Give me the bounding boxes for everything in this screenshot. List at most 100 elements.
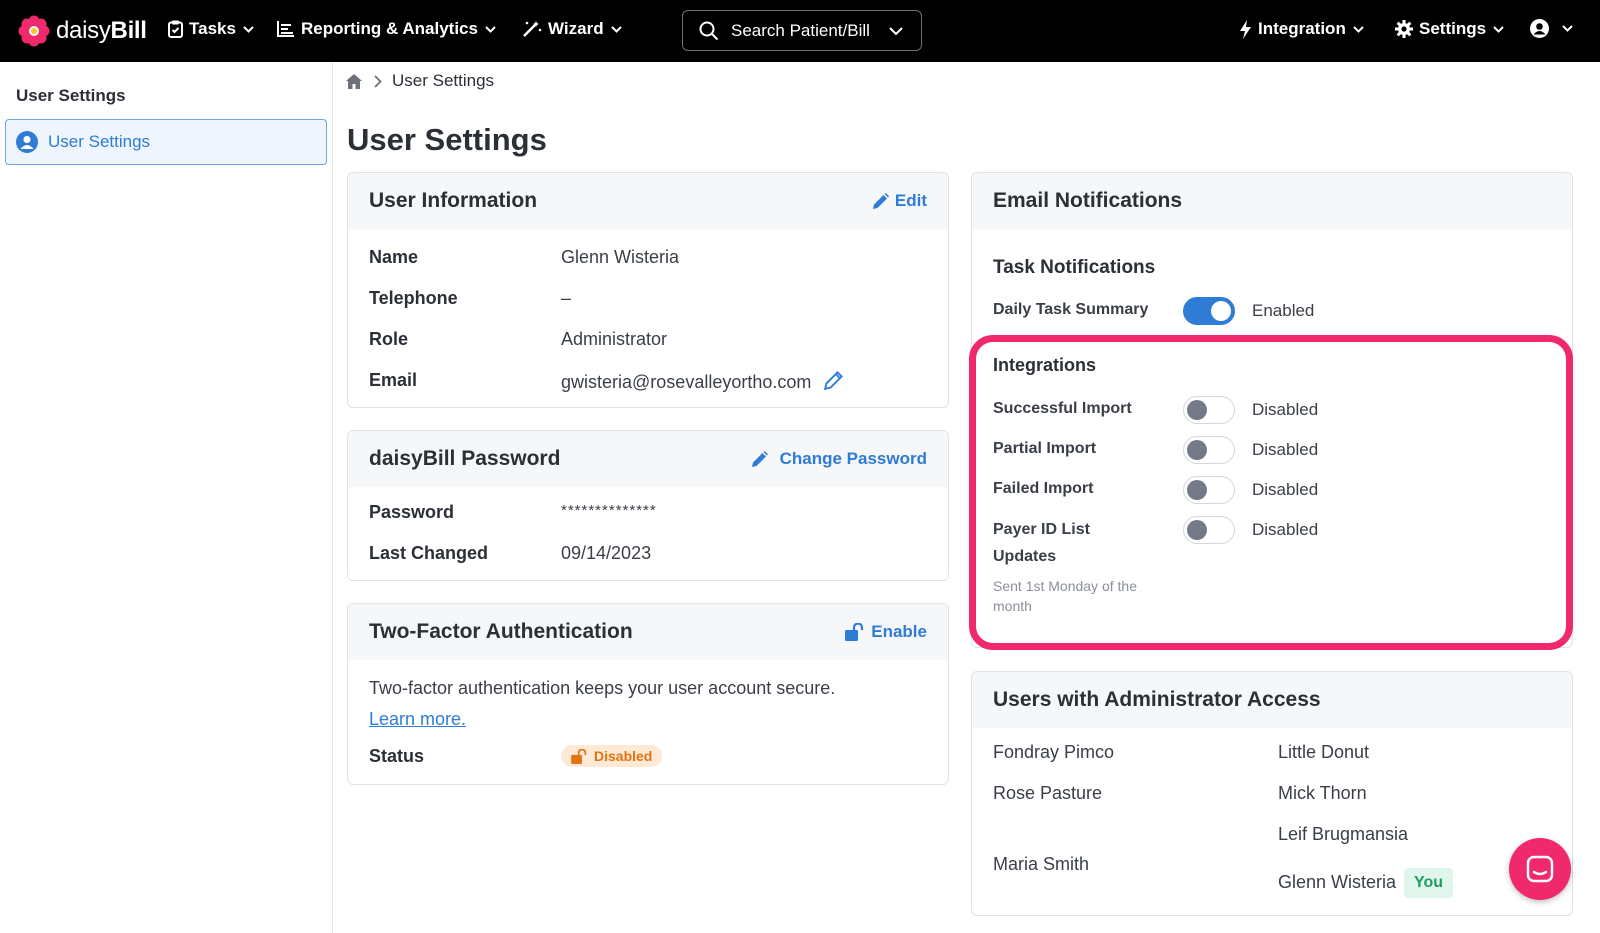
failed-import-toggle[interactable]: [1183, 476, 1235, 504]
learn-more-link[interactable]: Learn more.: [369, 709, 466, 729]
card-header: Two-Factor Authentication Enable: [348, 604, 948, 660]
status-badge: Disabled: [561, 745, 663, 767]
tfa-description-block: Two-factor authentication keeps your use…: [369, 673, 929, 735]
breadcrumb: User Settings: [346, 71, 494, 91]
toggle-state: Disabled: [1252, 440, 1319, 459]
pencil-icon: [872, 192, 889, 209]
edit-email-pencil-icon[interactable]: [824, 370, 844, 391]
pencil-icon: [751, 450, 768, 467]
enable-label: Enable: [871, 622, 927, 641]
sidebar: User Settings User Settings: [0, 62, 333, 933]
toggle-knob: [1211, 301, 1231, 321]
user-menu[interactable]: [1530, 19, 1579, 38]
toggle-label-line2: Updates: [993, 548, 1057, 565]
toggle-state: Disabled: [1252, 480, 1319, 499]
toggle-state: Disabled: [1252, 520, 1319, 539]
admin-name: Maria Smith: [993, 854, 1090, 874]
status-value-wrap: Disabled: [561, 745, 663, 769]
info-value: Glenn Wisteria: [561, 247, 680, 267]
unlock-icon: [845, 623, 864, 641]
home-icon[interactable]: [346, 73, 362, 89]
magic-wand-icon: [523, 21, 542, 37]
chevron-down-icon: [243, 25, 254, 33]
toggle-label: Failed Import: [993, 480, 1094, 497]
nav-tasks[interactable]: Tasks: [168, 19, 260, 39]
info-value: –: [561, 288, 572, 308]
user-avatar-icon: [1530, 19, 1549, 38]
toggle-knob: [1187, 480, 1207, 500]
password-card: daisyBill Password Change Password Passw…: [347, 430, 949, 581]
card-header: Users with Administrator Access: [972, 672, 1572, 728]
password-value: **************: [561, 502, 657, 519]
info-value: Administrator: [561, 329, 668, 349]
chevron-down-icon: [485, 25, 496, 33]
nav-wizard-label: Wizard: [548, 19, 604, 38]
toggle-knob: [1187, 520, 1207, 540]
payer-id-list-updates-toggle[interactable]: [1183, 516, 1235, 544]
chevron-right-icon: [374, 74, 382, 88]
card-title: User Information: [369, 189, 538, 212]
nav-reporting[interactable]: Reporting & Analytics: [277, 19, 502, 39]
chevron-down-icon: [1353, 25, 1364, 33]
breadcrumb-current: User Settings: [392, 71, 495, 90]
nav-integration-label: Integration: [1258, 19, 1346, 38]
daily-task-summary-toggle[interactable]: [1183, 297, 1235, 325]
payer-id-hint: Sent 1st Monday of the month: [993, 578, 1137, 614]
enable-2fa-button[interactable]: Enable: [845, 622, 927, 642]
nav-tasks-label: Tasks: [189, 19, 236, 38]
chat-launcher-button[interactable]: [1509, 838, 1571, 900]
chevron-down-icon: [889, 27, 903, 36]
partial-import-toggle[interactable]: [1183, 436, 1235, 464]
logo[interactable]: daisyBill: [18, 15, 147, 47]
successful-import-toggle[interactable]: [1183, 396, 1235, 424]
gear-icon: [1395, 20, 1413, 38]
search-placeholder: Search Patient/Bill: [731, 20, 870, 40]
search-patient-bill[interactable]: Search Patient/Bill: [682, 10, 922, 51]
daisy-logo-icon: [18, 15, 50, 47]
logo-text: daisyBill: [56, 17, 147, 44]
search-icon: [699, 21, 719, 40]
sidebar-item-label: User Settings: [48, 132, 151, 151]
sidebar-item-user-settings[interactable]: User Settings: [5, 119, 327, 165]
you-badge: You: [1404, 868, 1454, 898]
chevron-down-icon: [1562, 25, 1573, 32]
chevron-down-icon: [1493, 25, 1504, 33]
top-nav: daisyBill Tasks Reporting & Analytics Wi…: [0, 0, 1600, 62]
admin-name: Rose Pasture: [993, 783, 1103, 803]
toggle-knob: [1187, 400, 1207, 420]
page-title: User Settings: [347, 122, 547, 157]
nav-wizard[interactable]: Wizard: [522, 19, 628, 39]
chat-icon: [1526, 855, 1554, 883]
integrations-heading: Integrations: [993, 355, 1097, 375]
info-label: Email: [369, 370, 418, 390]
change-password-button[interactable]: Change Password: [751, 449, 927, 469]
two-factor-card: Two-Factor Authentication Enable Two-fac…: [347, 603, 949, 785]
toggle-state: Disabled: [1252, 400, 1319, 419]
edit-button[interactable]: Edit: [872, 191, 927, 211]
toggle-label-line1: Payer ID List: [993, 521, 1090, 538]
last-changed-label: Last Changed: [369, 543, 489, 563]
card-header: Email Notifications: [972, 173, 1572, 229]
card-title: Email Notifications: [993, 189, 1183, 212]
unlock-icon: [571, 748, 587, 764]
sidebar-title: User Settings: [16, 86, 126, 105]
card-title: Users with Administrator Access: [993, 688, 1321, 711]
task-notifications-heading: Task Notifications: [993, 257, 1156, 278]
clipboard-icon: [168, 20, 183, 38]
info-label: Name: [369, 247, 419, 267]
payer-id-list-updates-row: Payer ID List Updates Disabled: [993, 516, 1553, 576]
nav-settings-label: Settings: [1419, 19, 1487, 38]
bar-chart-icon: [277, 21, 294, 37]
admin-name: Little Donut: [1278, 742, 1370, 762]
admin-access-card: Users with Administrator Access Fondray …: [971, 671, 1573, 916]
card-title: Two-Factor Authentication: [369, 620, 633, 643]
user-information-card: User Information Edit Name Glenn Wisteri…: [347, 172, 949, 408]
password-label: Password: [369, 502, 455, 522]
chevron-down-icon: [610, 25, 622, 33]
nav-settings[interactable]: Settings: [1395, 19, 1510, 39]
info-label: Role: [369, 329, 409, 349]
toggle-label: Payer ID List Updates: [993, 516, 1090, 570]
lightning-bolt-icon: [1240, 19, 1251, 39]
tfa-description: Two-factor authentication keeps your use…: [369, 678, 836, 698]
nav-integration[interactable]: Integration: [1239, 19, 1370, 39]
